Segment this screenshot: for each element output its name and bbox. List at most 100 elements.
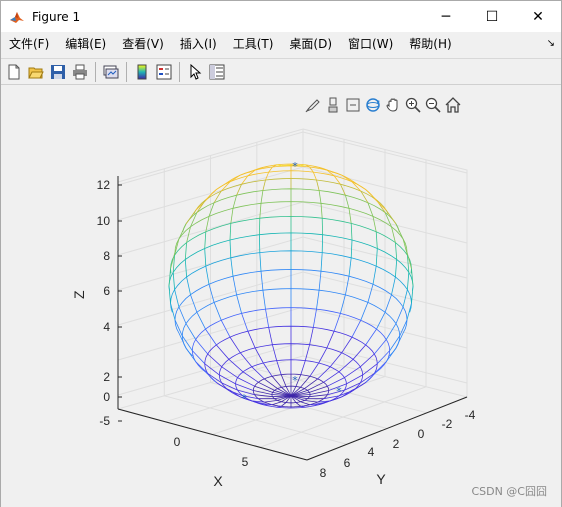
print-icon[interactable] (69, 61, 90, 82)
sphere-longitude (260, 271, 264, 291)
sphere-longitude (229, 223, 232, 241)
legend-icon[interactable] (153, 61, 174, 82)
menu-insert[interactable]: 插入(I) (172, 32, 225, 57)
sphere-longitude (316, 179, 320, 191)
sphere-longitude (232, 195, 237, 209)
y-tick-label: -4 (465, 408, 476, 422)
y-tick-label: 0 (418, 427, 425, 441)
sphere-longitude (341, 336, 353, 354)
z-tick-label: 12 (97, 178, 111, 192)
sphere-longitude (247, 331, 256, 349)
sphere-longitude (172, 272, 175, 290)
sphere-longitude (168, 285, 171, 304)
pointer-icon[interactable] (184, 61, 205, 82)
sphere-longitude (365, 189, 377, 201)
sphere-longitude (264, 400, 278, 403)
z-tick-label: 6 (103, 284, 110, 298)
sphere-longitude (215, 344, 230, 360)
sphere-longitude (318, 271, 322, 291)
z-tick-label: 8 (103, 249, 110, 263)
z-tick-label: 0 (103, 390, 110, 404)
sphere-longitude (326, 331, 335, 349)
sphere-longitude (170, 303, 176, 321)
axes-3d[interactable]: * * * * -5 0 2 4 6 8 10 12 Z 0 5 X -4 -2 0 2 4 6 8 Y (1, 86, 561, 507)
menu-edit[interactable]: 编辑(E) (57, 32, 114, 57)
title-bar: Figure 1 ─ ☐ ✕ (1, 1, 561, 32)
window-title: Figure 1 (32, 9, 81, 24)
sphere-longitude (230, 208, 234, 224)
menu-desktop[interactable]: 桌面(D) (281, 32, 340, 57)
new-figure-icon[interactable] (3, 61, 24, 82)
x-axis-line (117, 408, 308, 461)
grid-line (117, 131, 468, 186)
sphere-longitude (192, 350, 205, 364)
sphere-longitude (365, 328, 377, 346)
sphere-longitude (391, 276, 396, 295)
sphere-longitude (385, 323, 397, 340)
sphere-longitude (340, 294, 346, 314)
sphere-longitude (372, 216, 377, 232)
sphere-longitude (300, 164, 306, 167)
menu-view[interactable]: 查看(V) (114, 32, 172, 57)
open-file-icon[interactable] (25, 61, 46, 82)
sphere-longitude (411, 268, 414, 287)
sphere-longitude (395, 242, 398, 260)
sphere-longitude (367, 284, 374, 303)
sphere-longitude (307, 381, 324, 391)
figure-toolbar (1, 58, 561, 85)
sphere-longitude (174, 289, 180, 307)
grid-line (117, 306, 468, 361)
minimize-button[interactable]: ─ (423, 1, 469, 32)
sphere-longitude (300, 360, 306, 375)
toolbar-separator (95, 61, 96, 82)
figure-canvas[interactable]: * * * * -5 0 2 4 6 8 10 12 Z 0 5 X -4 -2 0 2 4 6 8 Y CSDN @C囧囧 (1, 86, 561, 507)
grid-line (117, 201, 468, 256)
sphere-longitude (262, 290, 266, 310)
grid-line (117, 166, 468, 221)
maximize-button[interactable]: ☐ (469, 1, 515, 32)
menu-tools[interactable]: 工具(T) (225, 32, 282, 57)
sphere-longitude (196, 312, 206, 330)
sphere-longitude (242, 371, 259, 383)
sphere-longitude (276, 405, 282, 408)
sphere-longitude (262, 179, 266, 191)
toolbar-separator (126, 61, 127, 82)
sphere-longitude (185, 347, 197, 362)
menu-overflow-icon[interactable]: ↘ (547, 38, 555, 49)
toolbar-separator (179, 61, 180, 82)
data-marker: * (292, 374, 298, 387)
matlab-icon (9, 9, 25, 25)
grid-line (117, 341, 468, 396)
x-tick-label: 5 (242, 455, 249, 469)
sphere-longitude (213, 302, 222, 321)
floor-edge (117, 396, 468, 461)
menu-window[interactable]: 窗口(W) (340, 32, 401, 57)
sphere-longitude (411, 285, 414, 304)
link-plot-icon[interactable] (100, 61, 121, 82)
menu-file[interactable]: 文件(F) (1, 32, 57, 57)
y-axis-label: Y (376, 471, 386, 487)
sphere-longitude (265, 171, 270, 181)
colorbar-icon[interactable] (131, 61, 152, 82)
sphere-longitude (195, 361, 208, 374)
sphere-longitude (272, 344, 278, 361)
data-marker: * (336, 385, 342, 398)
sphere-longitude (204, 248, 207, 267)
menu-help[interactable]: 帮助(H) (401, 32, 459, 57)
z-axis-label: Z (71, 290, 87, 299)
sphere-longitude (271, 401, 282, 406)
x-axis-label: X (213, 473, 223, 489)
sphere-longitude (230, 257, 234, 277)
save-icon[interactable] (47, 61, 68, 82)
sphere-longitude (312, 171, 317, 181)
sphere-longitude (268, 327, 273, 345)
sphere-longitude (259, 203, 262, 219)
sphere-longitude (241, 313, 249, 332)
menu-bar: 文件(F) 编辑(E) 查看(V) 插入(I) 工具(T) 桌面(D) 窗口(W… (1, 32, 561, 57)
close-button[interactable]: ✕ (515, 1, 561, 32)
sphere-longitude (348, 208, 352, 224)
property-inspector-icon[interactable] (206, 61, 227, 82)
sphere-longitude (204, 231, 207, 249)
y-tick-label: 8 (320, 466, 327, 480)
sphere-longitude (345, 195, 350, 209)
